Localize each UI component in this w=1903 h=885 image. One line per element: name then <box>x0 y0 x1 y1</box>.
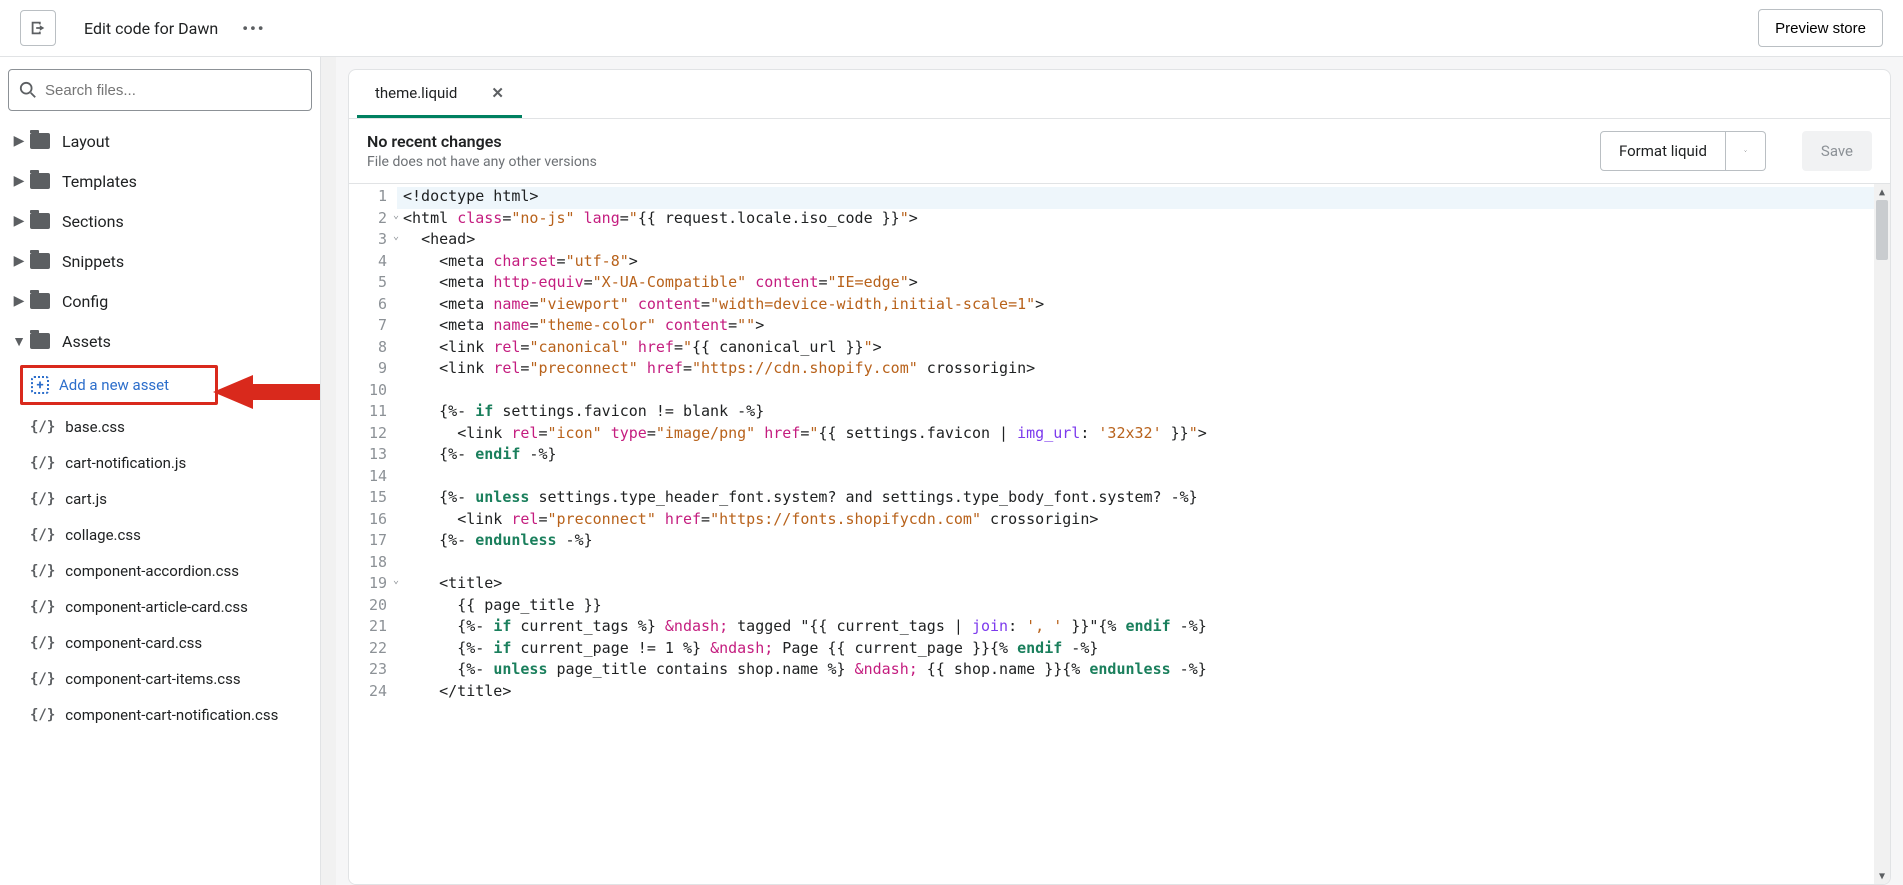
chevron-icon: ▶ <box>12 173 26 189</box>
folder-templates[interactable]: ▶ Templates <box>6 161 314 201</box>
file-label: component-cart-items.css <box>65 670 240 688</box>
code-area[interactable]: <!doctype html><html class="no-js" lang=… <box>397 184 1874 884</box>
scroll-up-icon[interactable]: ▲ <box>1874 184 1890 200</box>
search-input[interactable] <box>45 82 301 99</box>
file-icon: {/} <box>30 563 55 579</box>
annotation-arrow-icon <box>213 373 320 411</box>
file-item[interactable]: {/} cart-notification.js <box>6 445 314 481</box>
file-item[interactable]: {/} cart.js <box>6 481 314 517</box>
folder-config[interactable]: ▶ Config <box>6 281 314 321</box>
folder-icon <box>30 133 50 149</box>
folder-label: Sections <box>62 212 124 231</box>
file-label: component-card.css <box>65 634 202 652</box>
folder-icon <box>30 213 50 229</box>
scroll-down-icon[interactable]: ▼ <box>1874 868 1890 884</box>
add-asset-button[interactable]: + Add a new asset <box>20 365 218 405</box>
file-item[interactable]: {/} component-accordion.css <box>6 553 314 589</box>
status-title: No recent changes <box>367 132 1600 151</box>
file-label: cart.js <box>65 490 107 508</box>
folder-assets[interactable]: ▼ Assets <box>6 321 314 361</box>
file-icon: {/} <box>30 419 55 435</box>
editor-scrollbar[interactable]: ▲ ▼ <box>1874 184 1890 884</box>
add-icon: + <box>31 376 49 394</box>
chevron-icon: ▶ <box>12 133 26 149</box>
file-label: component-article-card.css <box>65 598 248 616</box>
search-icon <box>19 81 37 99</box>
status-subtitle: File does not have any other versions <box>367 154 1600 170</box>
file-item[interactable]: {/} component-cart-notification.css <box>6 697 314 733</box>
file-item[interactable]: {/} base.css <box>6 409 314 445</box>
file-icon: {/} <box>30 527 55 543</box>
file-item[interactable]: {/} component-card.css <box>6 625 314 661</box>
exit-icon <box>29 19 47 37</box>
tab-theme-liquid[interactable]: theme.liquid ✕ <box>357 70 522 118</box>
file-icon: {/} <box>30 491 55 507</box>
search-input-wrap[interactable] <box>8 69 312 111</box>
scroll-thumb[interactable] <box>1876 200 1888 260</box>
folder-sections[interactable]: ▶ Sections <box>6 201 314 241</box>
sidebar-scrollbar[interactable] <box>320 57 336 885</box>
tab-label: theme.liquid <box>375 84 457 102</box>
preview-store-button[interactable]: Preview store <box>1758 9 1883 47</box>
file-label: component-cart-notification.css <box>65 706 278 724</box>
format-liquid-button[interactable]: Format liquid <box>1600 131 1726 171</box>
close-icon[interactable]: ✕ <box>491 84 504 102</box>
folder-label: Templates <box>62 172 137 191</box>
folder-layout[interactable]: ▶ Layout <box>6 121 314 161</box>
add-asset-label: Add a new asset <box>59 376 169 394</box>
topbar: Edit code for Dawn ••• Preview store <box>0 0 1903 57</box>
more-button[interactable]: ••• <box>242 19 265 38</box>
file-item[interactable]: {/} component-article-card.css <box>6 589 314 625</box>
file-item[interactable]: {/} collage.css <box>6 517 314 553</box>
folder-icon <box>30 253 50 269</box>
chevron-down-icon <box>1744 145 1747 157</box>
folder-icon <box>30 173 50 189</box>
file-icon: {/} <box>30 599 55 615</box>
file-icon: {/} <box>30 635 55 651</box>
status-bar: No recent changes File does not have any… <box>349 119 1890 184</box>
chevron-icon: ▼ <box>12 333 26 350</box>
back-button[interactable] <box>20 10 56 46</box>
folder-label: Layout <box>62 132 110 151</box>
folder-icon <box>30 293 50 309</box>
file-icon: {/} <box>30 707 55 723</box>
folder-snippets[interactable]: ▶ Snippets <box>6 241 314 281</box>
chevron-icon: ▶ <box>12 213 26 229</box>
folder-label: Snippets <box>62 252 124 271</box>
file-item[interactable]: {/} component-cart-items.css <box>6 661 314 697</box>
file-label: base.css <box>65 418 125 436</box>
file-label: collage.css <box>65 526 141 544</box>
chevron-icon: ▶ <box>12 253 26 269</box>
editor-tabs: theme.liquid ✕ <box>349 70 1890 119</box>
format-dropdown-button[interactable] <box>1726 131 1766 171</box>
folder-label: Assets <box>62 332 111 351</box>
file-label: component-accordion.css <box>65 562 239 580</box>
folder-icon <box>30 333 50 349</box>
code-editor[interactable]: 123456789101112131415161718192021222324 … <box>349 184 1890 884</box>
page-title: Edit code for Dawn <box>84 19 218 38</box>
file-icon: {/} <box>30 671 55 687</box>
chevron-icon: ▶ <box>12 293 26 309</box>
file-sidebar: ▶ Layout ▶ Templates ▶ Sections ▶ Snippets ▶ Conf… <box>0 57 320 885</box>
file-icon: {/} <box>30 455 55 471</box>
folder-label: Config <box>62 292 108 311</box>
file-label: cart-notification.js <box>65 454 186 472</box>
save-button[interactable]: Save <box>1802 131 1872 171</box>
line-gutter: 123456789101112131415161718192021222324 <box>349 184 397 884</box>
